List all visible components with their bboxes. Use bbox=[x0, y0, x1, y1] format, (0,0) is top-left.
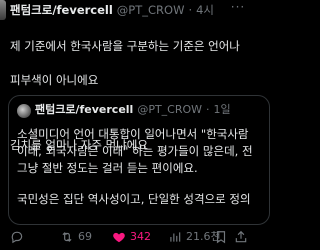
like-count: 342 bbox=[130, 230, 151, 243]
quoted-author-handle: @PT_CROW bbox=[137, 103, 203, 116]
reply-button[interactable] bbox=[10, 228, 28, 246]
quoted-text-line: 이래, 외국사람은 이래" 하는 평가들이 많은데, 전 bbox=[17, 144, 253, 158]
views-button[interactable]: 21.6천 bbox=[168, 228, 221, 246]
share-button[interactable] bbox=[234, 228, 252, 246]
tweet-header: 팬텀크로/fevercell @PT_CROW · 4시 bbox=[10, 2, 250, 20]
quoted-post-time: 1일 bbox=[213, 103, 231, 116]
repost-icon bbox=[62, 232, 72, 242]
post-time[interactable]: 4시 bbox=[196, 3, 214, 17]
repost-count: 69 bbox=[78, 230, 92, 243]
bookmark-button[interactable] bbox=[214, 228, 232, 246]
author-avatar[interactable] bbox=[0, 0, 6, 20]
action-bar: 69 342 21.6천 bbox=[0, 228, 250, 248]
quoted-tweet-text: 소셜미디어 언어 대통합이 일어나면서 "한국사람 이래, 외국사람은 이래" … bbox=[17, 126, 267, 208]
quoted-text-line: 국민성은 집단 역사성이고, 단일한 성격으로 정의 bbox=[17, 192, 251, 206]
tweet-text-line: 피부색이 아니에요 bbox=[10, 73, 99, 87]
quoted-text-line: 소셜미디어 언어 대통합이 일어나면서 "한국사람 bbox=[17, 127, 249, 141]
quoted-author-name: 팬텀크로/fevercell bbox=[35, 103, 134, 116]
dot-separator: · bbox=[188, 3, 193, 17]
dot-separator: · bbox=[206, 103, 210, 116]
bookmark-icon bbox=[216, 231, 226, 244]
quoted-tweet[interactable]: 팬텀크로/fevercell @PT_CROW · 1일 소셜미디어 언어 대통합이 … bbox=[8, 95, 270, 225]
like-button[interactable]: 342 bbox=[112, 228, 151, 246]
author-name[interactable]: 팬텀크로/fevercell bbox=[10, 3, 113, 17]
views-icon bbox=[170, 232, 181, 242]
heart-icon bbox=[113, 232, 125, 243]
reply-icon bbox=[11, 231, 23, 244]
repost-button[interactable]: 69 bbox=[60, 228, 92, 246]
quoted-author-avatar bbox=[17, 104, 31, 118]
more-options-icon[interactable]: ··· bbox=[228, 0, 248, 16]
share-icon bbox=[235, 230, 247, 243]
quoted-tweet-header: 팬텀크로/fevercell @PT_CROW · 1일 bbox=[35, 102, 231, 118]
tweet-text-line: 제 기준에서 한국사람을 구분하는 기준은 언어나 bbox=[10, 39, 240, 53]
author-handle[interactable]: @PT_CROW bbox=[117, 3, 185, 17]
quoted-text-line: 그냥 절반 정도는 걸러 듣는 편이에요. bbox=[17, 161, 198, 175]
tweet[interactable]: 팬텀크로/fevercell @PT_CROW · 4시 ··· 제 기준에서 한국사… bbox=[0, 0, 270, 250]
